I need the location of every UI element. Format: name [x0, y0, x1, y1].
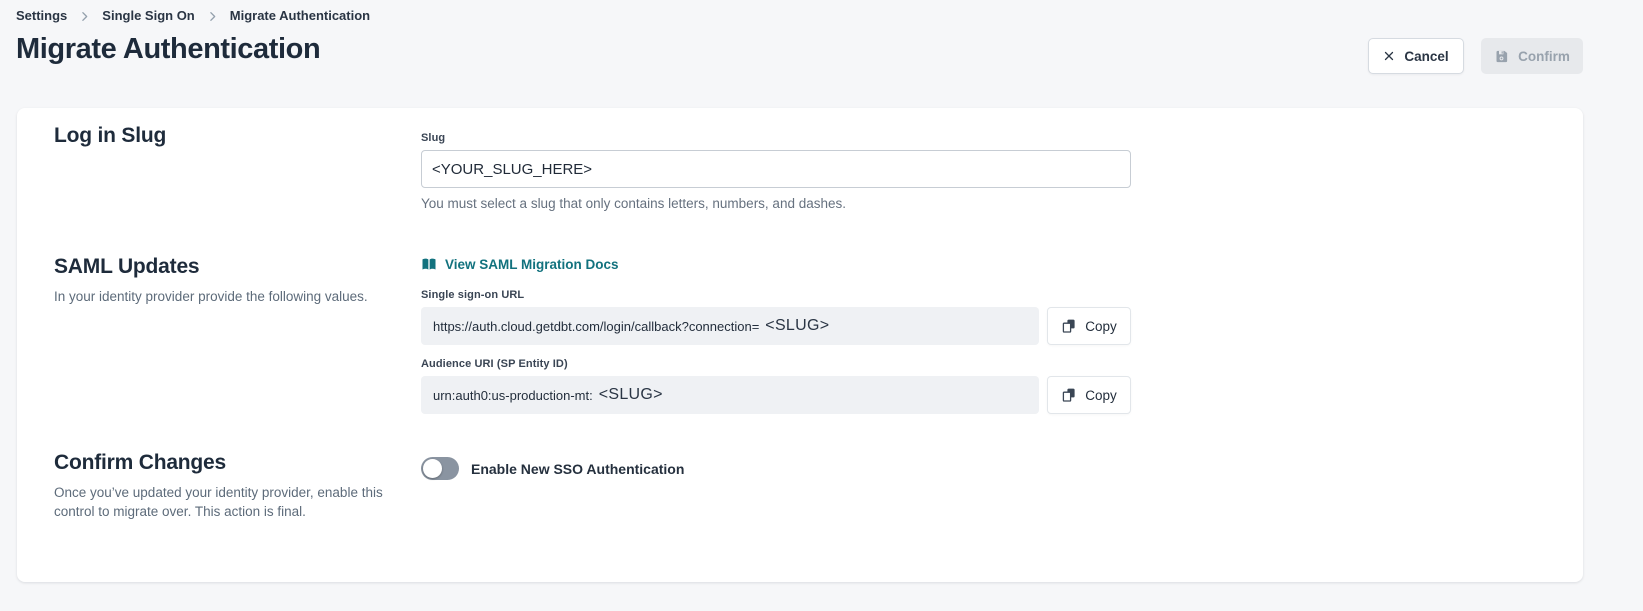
chevron-right-icon: [206, 10, 219, 23]
copy-button-label: Copy: [1085, 319, 1117, 334]
copy-sso-url-button[interactable]: Copy: [1047, 307, 1131, 345]
cancel-button[interactable]: Cancel: [1368, 38, 1464, 74]
confirm-button[interactable]: Confirm: [1481, 38, 1583, 74]
docs-link-label: View SAML Migration Docs: [445, 257, 619, 272]
chevron-right-icon: [78, 10, 91, 23]
audience-uri-field: urn:auth0:us-production-mt: <SLUG>: [421, 376, 1039, 414]
copy-audience-uri-button[interactable]: Copy: [1047, 376, 1131, 414]
enable-sso-toggle[interactable]: [421, 457, 459, 480]
slug-label: Slug: [421, 132, 1131, 144]
breadcrumb-migrate-authentication: Migrate Authentication: [230, 8, 370, 23]
section-confirm-changes: Confirm Changes Once you’ve updated your…: [17, 451, 1583, 521]
copy-button-label: Copy: [1085, 388, 1117, 403]
audience-uri-slug-token: <SLUG>: [599, 386, 663, 404]
save-icon: [1494, 49, 1509, 64]
sso-url-value: https://auth.cloud.getdbt.com/login/call…: [433, 319, 759, 334]
saml-updates-heading: SAML Updates: [54, 255, 421, 279]
section-saml-updates-left: SAML Updates In your identity provider p…: [54, 255, 421, 414]
section-login-slug: Log in Slug Slug You must select a slug …: [17, 108, 1583, 211]
slug-help-text: You must select a slug that only contain…: [421, 196, 1131, 211]
confirm-button-label: Confirm: [1518, 49, 1570, 64]
migration-card: Log in Slug Slug You must select a slug …: [17, 108, 1583, 582]
copy-icon: [1061, 318, 1077, 334]
section-confirm-changes-left: Confirm Changes Once you’ve updated your…: [54, 451, 421, 521]
breadcrumb-single-sign-on[interactable]: Single Sign On: [102, 8, 194, 23]
enable-sso-toggle-row: Enable New SSO Authentication: [421, 457, 1131, 480]
cancel-button-label: Cancel: [1404, 49, 1448, 64]
section-login-slug-left: Log in Slug: [54, 124, 421, 211]
audience-uri-value: urn:auth0:us-production-mt:: [433, 388, 593, 403]
confirm-changes-heading: Confirm Changes: [54, 451, 421, 475]
header-actions: Cancel Confirm: [1368, 38, 1583, 74]
sso-url-field: https://auth.cloud.getdbt.com/login/call…: [421, 307, 1039, 345]
page-title: Migrate Authentication: [16, 33, 320, 66]
book-icon: [421, 258, 437, 271]
breadcrumb-settings[interactable]: Settings: [16, 8, 67, 23]
section-login-slug-right: Slug You must select a slug that only co…: [421, 124, 1131, 211]
audience-uri-label: Audience URI (SP Entity ID): [421, 358, 1131, 370]
sso-url-slug-token: <SLUG>: [765, 317, 829, 335]
confirm-changes-description: Once you’ve updated your identity provid…: [54, 483, 394, 521]
slug-input[interactable]: [421, 150, 1131, 188]
section-saml-updates-right: View SAML Migration Docs Single sign-on …: [421, 255, 1131, 414]
toggle-knob: [423, 459, 442, 478]
login-slug-heading: Log in Slug: [54, 124, 421, 148]
page-header: Migrate Authentication Cancel Confirm: [16, 33, 1583, 74]
section-confirm-changes-right: Enable New SSO Authentication: [421, 451, 1131, 521]
sso-url-row: https://auth.cloud.getdbt.com/login/call…: [421, 307, 1131, 345]
close-icon: [1383, 50, 1395, 62]
view-saml-migration-docs-link[interactable]: View SAML Migration Docs: [421, 257, 619, 272]
audience-uri-row: urn:auth0:us-production-mt: <SLUG> Copy: [421, 376, 1131, 414]
breadcrumb: Settings Single Sign On Migrate Authenti…: [16, 8, 370, 23]
section-saml-updates: SAML Updates In your identity provider p…: [17, 255, 1583, 414]
copy-icon: [1061, 387, 1077, 403]
enable-sso-toggle-label: Enable New SSO Authentication: [471, 461, 684, 477]
saml-updates-description: In your identity provider provide the fo…: [54, 287, 421, 306]
sso-url-label: Single sign-on URL: [421, 289, 1131, 301]
